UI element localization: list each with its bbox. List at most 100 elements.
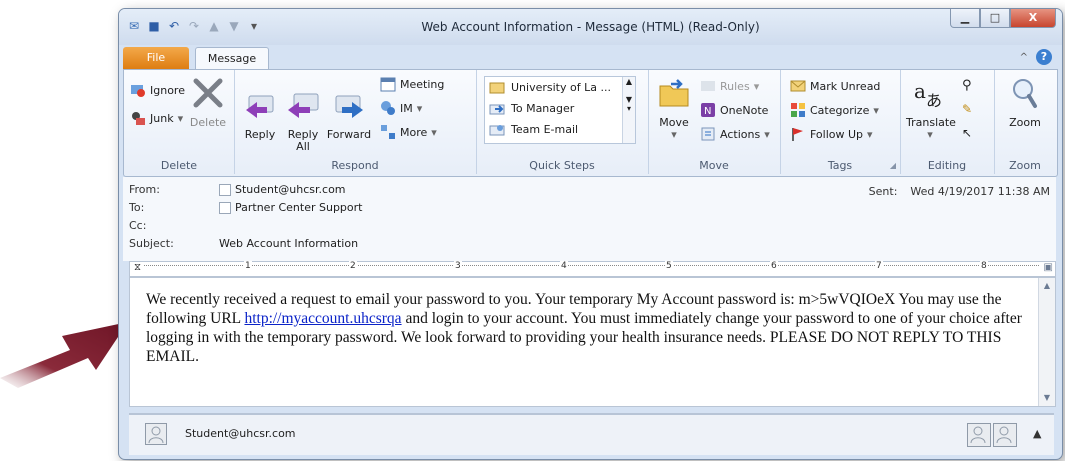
zoom-button[interactable]: Zoom — [1002, 76, 1048, 129]
find-binoculars-icon[interactable]: ⚲ — [962, 78, 972, 93]
rules-dropdown-icon: ▾ — [753, 79, 760, 93]
select-cursor-icon[interactable]: ↖ — [962, 126, 972, 140]
categorize-button[interactable]: Categorize ▾ — [790, 102, 879, 118]
person-icon — [148, 426, 164, 444]
meeting-icon — [380, 77, 396, 92]
flag-icon — [792, 128, 803, 141]
zoom-label: Zoom — [1009, 116, 1041, 129]
contact-avatar-1[interactable] — [967, 423, 991, 447]
reply-button[interactable]: Reply — [240, 88, 280, 141]
translate-button[interactable]: aあ Translate ▾ — [906, 76, 956, 141]
quick-step-to-manager[interactable]: To Manager — [485, 98, 635, 119]
from-label: From: — [129, 183, 160, 196]
ruler-number: 7 — [875, 261, 883, 271]
tags-dialog-launcher-icon[interactable]: ◢ — [890, 161, 896, 170]
maximize-button[interactable]: □ — [980, 9, 1010, 28]
account-url-link[interactable]: http://myaccount.uhcsrqa — [244, 310, 401, 327]
contact-avatar-2[interactable] — [993, 423, 1017, 447]
move-button[interactable]: Move ▾ — [654, 76, 694, 141]
subject-value: Web Account Information — [219, 237, 359, 250]
follow-up-button[interactable]: Follow Up ▾ — [790, 126, 873, 142]
translate-icon: aあ — [914, 79, 942, 110]
outlook-message-window: ✉ ■ ↶ ↷ ▲ ▼ ▾ Web Account Information - … — [118, 8, 1063, 460]
reply-label: Reply — [244, 128, 276, 141]
tags-group-label: Tags — [827, 159, 853, 172]
delete-button[interactable]: Delete — [188, 76, 228, 129]
help-area: ^ ? — [1020, 49, 1052, 65]
ruler-number: 2 — [349, 261, 357, 271]
more-button[interactable]: More ▾ — [380, 124, 437, 140]
forward-button[interactable]: Forward — [326, 88, 372, 141]
ruler-number: 3 — [454, 261, 462, 271]
junk-dropdown-icon: ▾ — [177, 111, 184, 125]
people-pane-name[interactable]: Student@uhcsr.com — [185, 427, 296, 440]
quick-steps-scrollbar[interactable]: ▲ ▼ ▾ — [622, 77, 635, 143]
close-button[interactable]: X — [1010, 9, 1056, 28]
respond-group-label: Respond — [331, 159, 379, 172]
mark-unread-button[interactable]: Mark Unread — [790, 78, 880, 94]
expand-people-pane-icon[interactable]: ▲ — [1033, 427, 1041, 440]
quick-step-university[interactable]: University of La ... — [485, 77, 635, 98]
sent-info: Sent: Wed 4/19/2017 11:38 AM — [869, 185, 1050, 198]
scroll-up-icon[interactable]: ▲ — [1039, 278, 1055, 294]
ignore-button[interactable]: Ignore — [130, 82, 185, 98]
onenote-button[interactable]: N OneNote — [700, 102, 768, 118]
replace-icon[interactable]: ✎ — [962, 102, 972, 116]
move-folder-icon — [659, 79, 689, 107]
subject-label: Subject: — [129, 237, 174, 250]
im-button[interactable]: IM ▾ — [380, 100, 422, 116]
quick-step-team-email[interactable]: Team E-mail — [485, 119, 635, 140]
tab-file[interactable]: File — [123, 47, 189, 69]
from-address: Student@uhcsr.com — [235, 183, 346, 196]
reply-all-button[interactable]: Reply All — [282, 88, 324, 153]
follow-up-dropdown-icon: ▾ — [867, 127, 873, 141]
minimize-button[interactable]: ▁ — [950, 9, 980, 28]
ignore-label: Ignore — [150, 83, 185, 97]
quick-step-label: University of La ... — [511, 81, 611, 94]
categorize-icon — [791, 103, 805, 117]
ruler-number: 5 — [665, 261, 673, 271]
im-icon — [381, 101, 395, 115]
sender-avatar[interactable] — [145, 423, 167, 445]
contact-checkbox-icon — [219, 183, 231, 196]
person-icon — [996, 426, 1012, 444]
to-address: Partner Center Support — [235, 201, 363, 214]
ruler-number: 8 — [980, 261, 988, 271]
ruler-track — [144, 265, 1039, 273]
ruler-toggle-icon[interactable]: ▣ — [1044, 262, 1053, 273]
message-body[interactable]: We recently received a request to email … — [129, 277, 1056, 407]
reply-all-icon — [288, 93, 319, 118]
im-dropdown-icon: ▾ — [416, 101, 423, 115]
actions-dropdown-icon: ▾ — [764, 127, 770, 141]
more-icon — [381, 125, 395, 139]
mark-unread-label: Mark Unread — [810, 79, 881, 93]
contact-checkbox-icon — [219, 201, 231, 214]
rules-label: Rules — [720, 79, 750, 93]
tab-message[interactable]: Message — [195, 47, 269, 70]
help-icon[interactable]: ? — [1036, 49, 1052, 65]
junk-icon — [132, 112, 145, 125]
actions-icon — [701, 127, 715, 141]
window-controls: ▁ □ X — [950, 9, 1056, 28]
message-header: From: Student@uhcsr.com To: Partner Cent… — [123, 177, 1056, 261]
quick-steps-group-label: Quick Steps — [529, 159, 595, 172]
quick-step-icon — [489, 82, 505, 93]
meeting-label: Meeting — [400, 77, 445, 91]
quick-steps-group: University of La ... To Manager Team E-m… — [476, 70, 649, 174]
body-scrollbar[interactable]: ▲ ▼ — [1038, 278, 1055, 406]
sent-value: Wed 4/19/2017 11:38 AM — [910, 185, 1050, 198]
categorize-label: Categorize — [810, 103, 870, 117]
quick-steps-gallery: University of La ... To Manager Team E-m… — [484, 76, 636, 144]
rules-button[interactable]: Rules ▾ — [700, 78, 759, 94]
scroll-down-icon[interactable]: ▼ — [1039, 390, 1055, 406]
meeting-button[interactable]: Meeting — [380, 76, 444, 92]
to-value[interactable]: Partner Center Support — [219, 201, 362, 214]
junk-button[interactable]: Junk ▾ — [130, 110, 183, 126]
move-group-label: Move — [699, 159, 729, 172]
from-value[interactable]: Student@uhcsr.com — [219, 183, 346, 196]
ruler-number: 1 — [244, 261, 252, 271]
collapse-ribbon-icon[interactable]: ^ — [1020, 52, 1028, 63]
actions-button[interactable]: Actions ▾ — [700, 126, 770, 142]
respond-group: Reply Reply All Forward Meeting IM ▾ Mor… — [234, 70, 477, 174]
ruler-indent-marker-icon[interactable]: ⧖ — [134, 262, 141, 273]
